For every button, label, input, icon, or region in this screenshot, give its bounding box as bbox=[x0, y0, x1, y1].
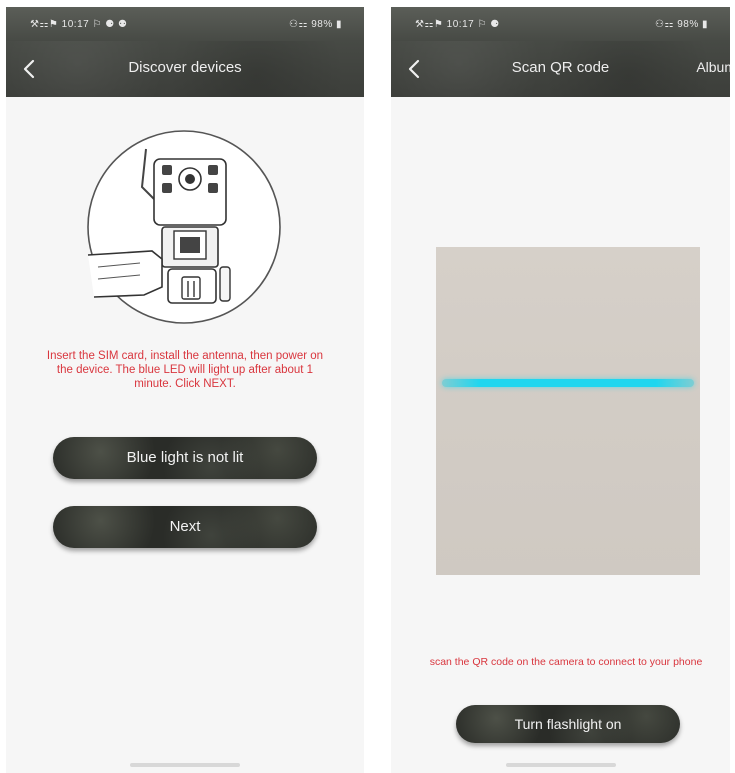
blue-light-not-lit-button[interactable]: Blue light is not lit bbox=[53, 437, 317, 479]
status-bar-left: ⚒⚏⚑ 10:17 ⚐ ⚈ bbox=[415, 19, 500, 30]
nav-bar: Scan QR code Album bbox=[391, 41, 730, 97]
scan-qr-screen: ⚒⚏⚑ 10:17 ⚐ ⚈ ⚇⚏ 98% ▮ Scan QR code Albu… bbox=[391, 7, 730, 773]
status-bar: ⚒⚏⚑ 10:17 ⚐ ⚈ ⚇⚏ 98% ▮ bbox=[391, 7, 730, 41]
scan-instruction-text: scan the QR code on the camera to connec… bbox=[429, 656, 703, 668]
page-title: Scan QR code bbox=[511, 59, 610, 76]
discover-devices-screen: ⚒⚏⚑ 10:17 ⚐ ⚈ ⚉ ⚇⚏ 98% ▮ Discover device… bbox=[6, 7, 364, 773]
status-bar-right: ⚇⚏ 98% ▮ bbox=[654, 19, 708, 30]
scan-line bbox=[442, 379, 694, 387]
album-link[interactable]: Album bbox=[696, 59, 730, 75]
instruction-text: Insert the SIM card, install the antenna… bbox=[46, 350, 324, 390]
nav-bar: Discover devices bbox=[6, 41, 364, 97]
status-bar: ⚒⚏⚑ 10:17 ⚐ ⚈ ⚉ ⚇⚏ 98% ▮ bbox=[6, 7, 364, 41]
home-indicator bbox=[505, 763, 616, 767]
camera-device-illustration bbox=[84, 127, 284, 327]
home-indicator bbox=[130, 763, 240, 767]
status-bar-left: ⚒⚏⚑ 10:17 ⚐ ⚈ ⚉ bbox=[30, 19, 128, 30]
page-title: Discover devices bbox=[128, 59, 242, 76]
next-button[interactable]: Next bbox=[53, 506, 317, 548]
flashlight-toggle-button[interactable]: Turn flashlight on bbox=[456, 705, 680, 743]
qr-scan-viewfinder bbox=[436, 247, 700, 575]
status-bar-right: ⚇⚏ 98% ▮ bbox=[288, 19, 342, 30]
